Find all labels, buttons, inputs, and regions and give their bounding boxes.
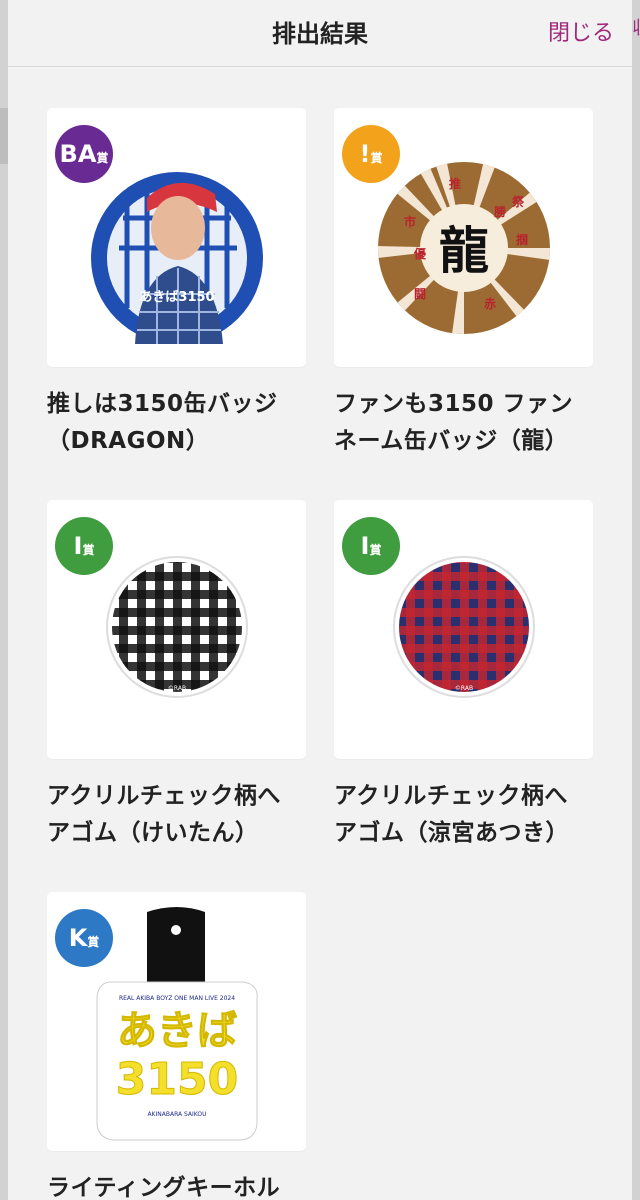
rank-badge-k: K賞 (55, 909, 113, 967)
item-name-3: アクリルチェック柄へ アゴム（けいたん） (47, 778, 315, 852)
background-page-text-fragment: 収 (632, 14, 640, 40)
result-modal: 排出結果 閉じる あきば3150 BA賞 推しは3150缶バッジ （DRAGON… (8, 0, 632, 1200)
result-item-2[interactable]: 龍 推 優 勝 祭 掴 闘 赤 市 !賞 ファンも3150 ファン ネーム缶バッ… (334, 108, 593, 460)
item-name-2: ファンも3150 ファン ネーム缶バッジ（龍） (334, 386, 602, 460)
badge-main-char: 龍 (439, 221, 489, 280)
item-name-line1: ファンも3150 ファン (334, 391, 574, 417)
item-name-5: ライティングキーホル (47, 1170, 315, 1200)
background-page-right: 収 (632, 0, 640, 1200)
copyright-mark: ©RAB (455, 685, 473, 692)
result-item-3[interactable]: ©RAB I賞 アクリルチェック柄へ アゴム（けいたん） (47, 500, 306, 852)
item-name-line1: ライティングキーホル (47, 1175, 281, 1200)
keychain-top-text: REAL AKIBA BOYZ ONE MAN LIVE 2024 (119, 995, 235, 1002)
background-page-left (0, 0, 8, 1200)
badge-char-1: 推 (449, 176, 461, 191)
close-button[interactable]: 閉じる (548, 15, 614, 47)
item-name-line1: アクリルチェック柄へ (334, 783, 568, 809)
badge-char-2: 優 (413, 246, 427, 261)
rank-letter: K (68, 924, 88, 952)
item-name-1: 推しは3150缶バッジ （DRAGON） (47, 386, 315, 460)
rank-badge-exclamation: !賞 (342, 125, 400, 183)
badge-char-3: 勝 (494, 204, 507, 219)
background-page-tab (0, 108, 8, 164)
badge-char-4: 祭 (511, 194, 525, 209)
badge-char-7: 赤 (484, 296, 496, 311)
keychain-logo-line2: 3150 (116, 1054, 238, 1105)
item-name-line2: アゴム（涼宮あつき） (334, 820, 569, 846)
item-image-5[interactable]: REAL AKIBA BOYZ ONE MAN LIVE 2024 あきば 31… (47, 892, 306, 1151)
rank-letter: ! (359, 140, 371, 168)
rank-badge-i: I賞 (342, 517, 400, 575)
rank-suffix: 賞 (370, 151, 383, 165)
item-name-line2: アゴム（けいたん） (47, 820, 259, 846)
item-name-line1: 推しは3150缶バッジ (47, 391, 278, 417)
badge-caption: あきば3150 (139, 290, 214, 305)
item-name-line2: ネーム缶バッジ（龍） (334, 428, 569, 454)
rank-suffix: 賞 (369, 543, 382, 557)
keychain-bottom-text: AKINABARA SAIKOU (147, 1111, 206, 1118)
rank-suffix: 賞 (87, 935, 100, 949)
item-image-1[interactable]: あきば3150 BA賞 (47, 108, 306, 367)
result-item-1[interactable]: あきば3150 BA賞 推しは3150缶バッジ （DRAGON） (47, 108, 306, 460)
copyright-mark: ©RAB (168, 685, 186, 692)
item-name-line1: アクリルチェック柄へ (47, 783, 281, 809)
rank-suffix: 賞 (82, 543, 95, 557)
rank-suffix: 賞 (96, 151, 109, 165)
badge-char-5: 掴 (516, 232, 528, 247)
rank-letter: BA (59, 140, 97, 168)
rank-badge-ba: BA賞 (55, 125, 113, 183)
modal-header: 排出結果 閉じる (8, 0, 632, 67)
item-image-2[interactable]: 龍 推 優 勝 祭 掴 闘 赤 市 !賞 (334, 108, 593, 367)
item-name-line2: （DRAGON） (47, 428, 210, 454)
rank-badge-i: I賞 (55, 517, 113, 575)
result-item-5[interactable]: REAL AKIBA BOYZ ONE MAN LIVE 2024 あきば 31… (47, 892, 306, 1200)
badge-char-6: 闘 (414, 287, 426, 301)
item-name-4: アクリルチェック柄へ アゴム（涼宮あつき） (334, 778, 602, 852)
result-item-4[interactable]: ©RAB I賞 アクリルチェック柄へ アゴム（涼宮あつき） (334, 500, 593, 852)
modal-title: 排出結果 (272, 20, 368, 48)
item-image-4[interactable]: ©RAB I賞 (334, 500, 593, 759)
item-image-3[interactable]: ©RAB I賞 (47, 500, 306, 759)
badge-char-8: 市 (404, 214, 416, 229)
keychain-logo-line1: あきば (117, 1008, 237, 1054)
